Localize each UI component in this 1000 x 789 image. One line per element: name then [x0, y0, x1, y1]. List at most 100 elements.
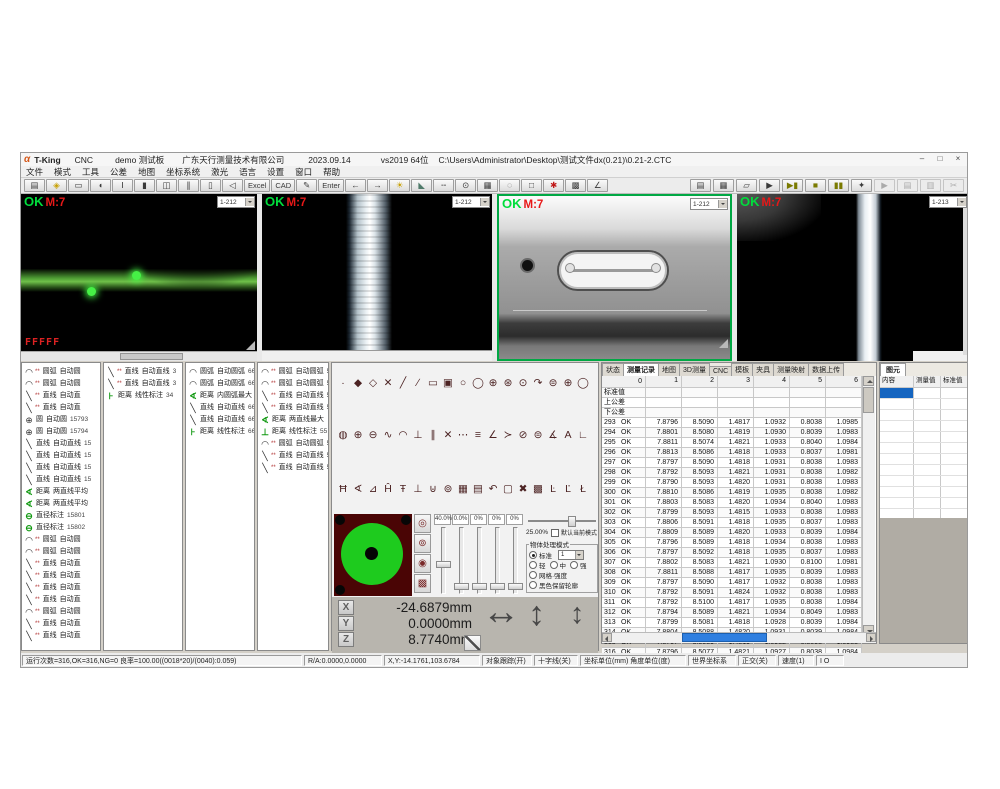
camera-hscroll[interactable] [21, 351, 257, 361]
feature-item[interactable]: ╲直线自动直线15 [22, 438, 100, 450]
tab-3D测量[interactable]: 3D测量 [679, 363, 710, 376]
probe-button[interactable]: ◖ [90, 179, 111, 192]
feature-item[interactable]: ⊕圆自动圆15794 [22, 426, 100, 438]
element-row[interactable] [880, 454, 968, 465]
light-ring-button[interactable]: ▩ [414, 574, 431, 593]
table-row[interactable]: 305OK7.87968.50891.48181.09340.80381.098… [602, 538, 862, 548]
slider-thumb[interactable] [436, 561, 451, 568]
tool-icon[interactable]: ≻ [501, 427, 515, 442]
feature-item[interactable]: ◠**圆弧自动圆 [22, 378, 100, 390]
tool-icon[interactable]: ◆ [351, 375, 365, 390]
tool-icon[interactable]: ⊖ [366, 427, 380, 442]
dropdown-arrow-icon[interactable] [480, 198, 489, 206]
tool-icon[interactable]: ▭ [426, 375, 440, 390]
feature-item[interactable]: ◠**圆弧自动圆 [22, 534, 100, 546]
resize-corner-icon[interactable] [246, 341, 255, 350]
table-row[interactable]: 313OK7.87998.50811.48181.09280.80391.098… [602, 618, 862, 628]
feature-item[interactable]: ◠**圆弧自动圆弧55 [258, 366, 328, 378]
radio-on-icon[interactable] [529, 551, 537, 559]
feature-item[interactable]: ╲直线自动直线15 [22, 462, 100, 474]
table-row[interactable]: 302OK7.87998.50931.48151.09330.80381.098… [602, 508, 862, 518]
menu-item-坐标系统[interactable]: 坐标系统 [166, 166, 200, 178]
element-row[interactable] [880, 465, 968, 476]
feature-item[interactable]: ◠**圆弧自动圆 [22, 546, 100, 558]
camera-select[interactable]: 1-212 [217, 196, 255, 208]
save-all-button[interactable]: ▦ [713, 179, 734, 192]
tab-测量映射[interactable]: 测量映射 [773, 363, 809, 376]
axis-x-icon[interactable]: X [338, 600, 354, 615]
feature-item[interactable]: ⊖直径标注15801 [22, 510, 100, 522]
feature-item[interactable]: ∢距离两直线平均 [22, 498, 100, 510]
feature-item[interactable]: ∢距离两直线平均 [22, 486, 100, 498]
tool-icon[interactable]: ⊛ [501, 375, 515, 390]
camera-view-4[interactable]: OKM:71-213 [737, 194, 968, 361]
feature-item[interactable]: ╲直线自动直线15 [22, 474, 100, 486]
feature-item[interactable]: ⊕圆自动圆15793 [22, 414, 100, 426]
feature-item[interactable]: ╲**直线自动直线55 [258, 390, 328, 402]
tool-icon[interactable]: Ľ [561, 481, 575, 496]
minimize-button[interactable]: – [913, 154, 931, 165]
slider-track[interactable] [459, 527, 464, 594]
tool-icon[interactable]: ⊕ [351, 427, 365, 442]
table-row[interactable]: 303OK7.88068.50911.48181.09350.80371.098… [602, 518, 862, 528]
table-row[interactable]: 294OK7.88018.50801.48191.09300.80391.098… [602, 428, 862, 438]
light-channel-slider[interactable]: 0% [470, 514, 487, 596]
table-row[interactable]: 293OK7.87968.50901.48171.09320.80381.098… [602, 418, 862, 428]
tool-icon[interactable]: ⊙ [516, 375, 530, 390]
table-row[interactable]: 309OK7.87978.50901.48171.09320.80381.098… [602, 578, 862, 588]
feature-item[interactable]: ⊥距离线性标注55 [258, 426, 328, 438]
tool-icon[interactable]: ∕ [411, 375, 425, 390]
tool-icon[interactable]: ▢ [501, 481, 515, 496]
slider-track[interactable] [495, 527, 500, 594]
tool-icon[interactable]: ↶ [486, 481, 500, 496]
dropdown-arrow-icon[interactable] [245, 198, 254, 206]
table-row[interactable]: 295OK7.88118.50741.48211.09330.80401.098… [602, 438, 862, 448]
feature-item[interactable]: ◠**圆弧自动圆 [22, 366, 100, 378]
feature-item[interactable]: ╲**直线自动直 [22, 594, 100, 606]
radio-off-icon[interactable] [529, 581, 537, 589]
table-hscroll[interactable] [602, 632, 876, 643]
angle-button[interactable]: ∠ [587, 179, 608, 192]
table-special-row[interactable]: 下公差 [602, 408, 862, 418]
feature-item[interactable]: ╲**直线自动直 [22, 618, 100, 630]
tool-icon[interactable]: ⊜ [531, 427, 545, 442]
dropdown-arrow-icon[interactable] [718, 200, 727, 208]
feature-item[interactable]: ╲直线自动直线66 [186, 402, 254, 414]
zoom-slider[interactable] [526, 515, 598, 525]
close-button[interactable]: × [949, 154, 967, 165]
cut-button[interactable]: ✂ [943, 179, 964, 192]
jog-xy-icon[interactable]: ↔ [482, 591, 520, 634]
element-row[interactable] [880, 443, 968, 454]
scroll-right-icon[interactable] [866, 633, 876, 642]
grid-button[interactable]: ▦ [477, 179, 498, 192]
tool-icon[interactable]: ∟ [576, 427, 590, 442]
slider-thumb[interactable] [568, 516, 576, 527]
table-row[interactable]: 300OK7.88108.50861.48191.09350.80381.098… [602, 488, 862, 498]
feature-item[interactable]: ╲**直线自动直线55 [258, 462, 328, 474]
tool-icon[interactable]: ⊕ [486, 375, 500, 390]
fill-tool-button[interactable]: ▮ [134, 179, 155, 192]
table-row[interactable]: 299OK7.87908.50931.48201.09310.80381.098… [602, 478, 862, 488]
slider-track[interactable] [441, 527, 446, 594]
tool-icon[interactable]: ✕ [441, 427, 455, 442]
split-view-button[interactable]: ◫ [156, 179, 177, 192]
tool-icon[interactable]: ∢ [351, 481, 365, 496]
feature-item[interactable]: ╲**直线自动直线55 [258, 450, 328, 462]
tab-地图[interactable]: 地图 [658, 363, 680, 376]
feature-item[interactable]: ◠圆弧自动圆弧66 [186, 378, 254, 390]
light-ring-button[interactable]: ◉ [414, 554, 431, 573]
camera-view-3[interactable]: OKM:71-212 [497, 194, 732, 361]
feature-item[interactable]: ╲**直线自动直线55 [258, 402, 328, 414]
table-row[interactable]: 312OK7.87948.50891.48211.09340.80491.098… [602, 608, 862, 618]
tool-icon[interactable]: ✖ [516, 481, 530, 496]
table-row[interactable]: 296OK7.88138.50861.48181.09330.80371.098… [602, 448, 862, 458]
tool-icon[interactable]: ⊘ [516, 427, 530, 442]
menu-item-工具[interactable]: 工具 [82, 166, 99, 178]
tool-icon[interactable]: ⊥ [411, 481, 425, 496]
new-part-button[interactable]: ◈ [46, 179, 67, 192]
feature-item[interactable]: ◠**圆弧自动圆弧55 [258, 438, 328, 450]
light-ring-button[interactable]: ⊚ [414, 534, 431, 553]
feature-item[interactable]: ╲**直线自动直 [22, 390, 100, 402]
table-row[interactable]: 310OK7.87928.50911.48241.09320.80381.098… [602, 588, 862, 598]
radio-off-icon[interactable] [529, 571, 537, 579]
